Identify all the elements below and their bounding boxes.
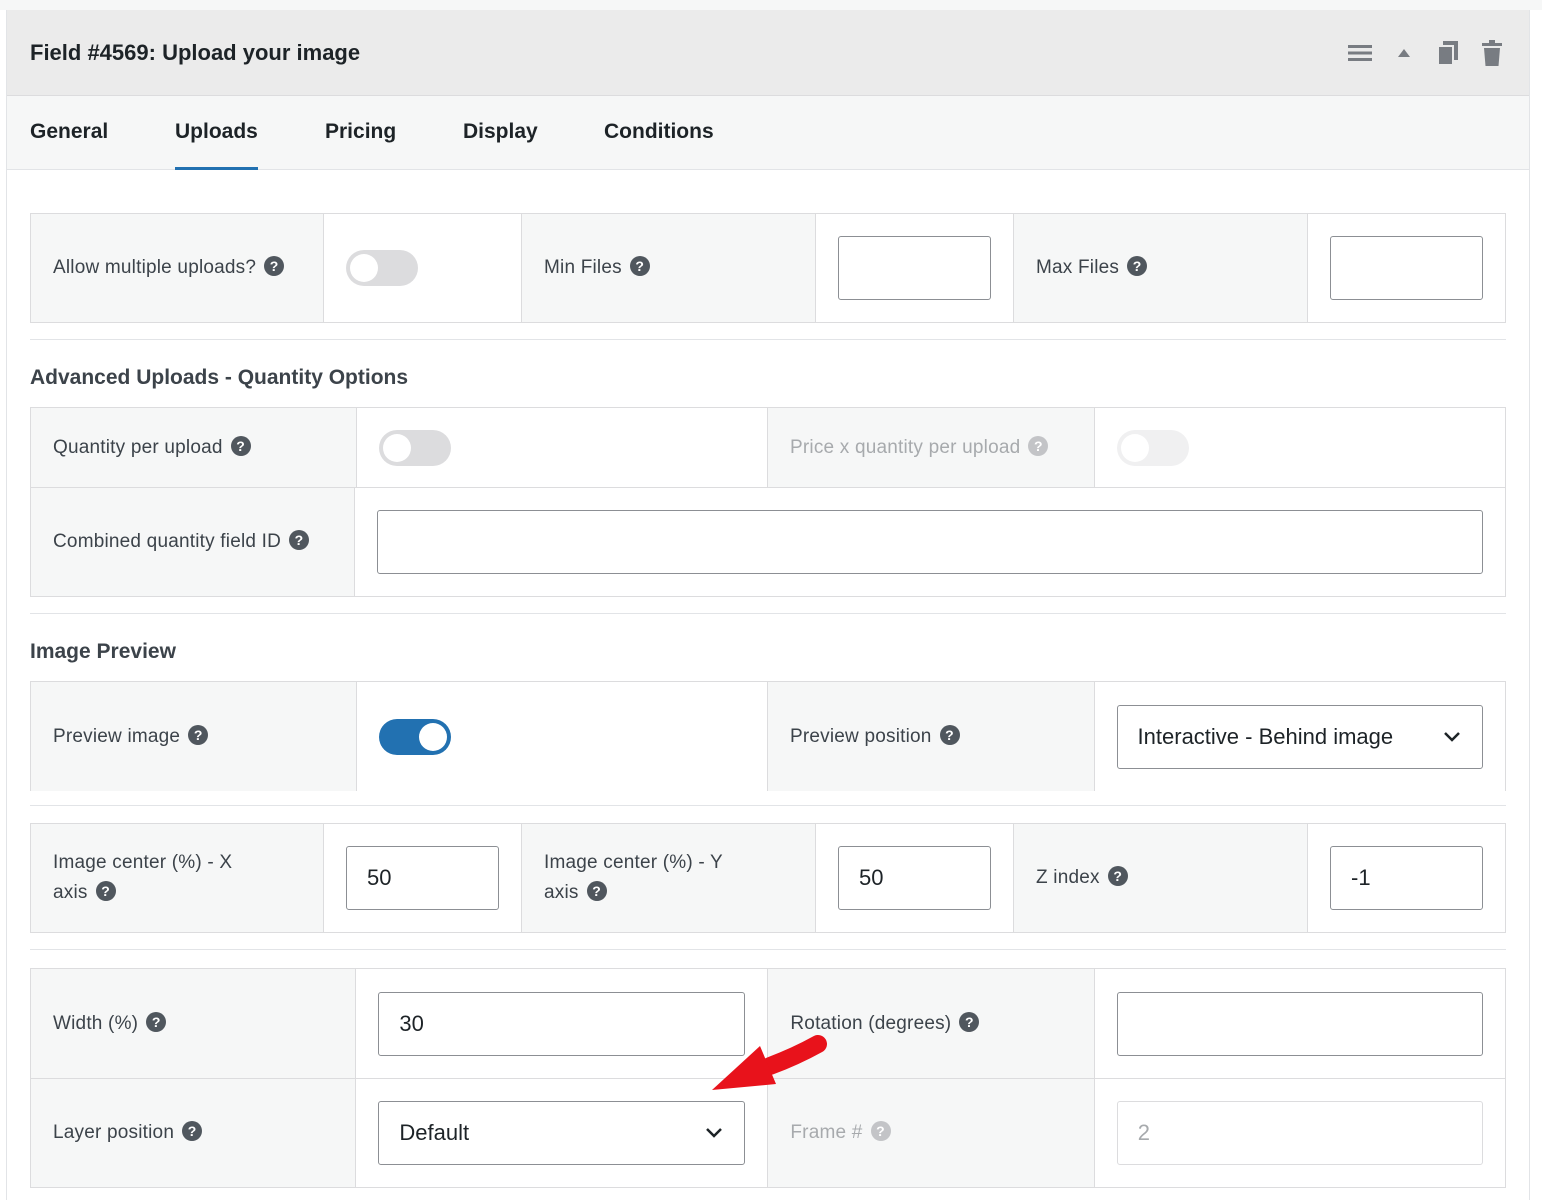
collapse-up-icon[interactable] — [1391, 40, 1417, 66]
duplicate-icon[interactable] — [1435, 40, 1461, 66]
help-icon[interactable]: ? — [230, 435, 251, 456]
layer-position-label: Layer position? — [31, 1079, 357, 1187]
preview-position-select[interactable]: Interactive - Behind image — [1116, 704, 1483, 769]
divider — [30, 339, 1506, 340]
trash-icon[interactable] — [1479, 40, 1505, 66]
width-input[interactable]: 30 — [378, 991, 746, 1056]
divider — [30, 805, 1506, 806]
tab-uploads[interactable]: Uploads — [175, 120, 258, 170]
center-y-input[interactable]: 50 — [838, 846, 991, 910]
field-title: Field #4569: Upload your image — [30, 40, 361, 65]
uploads-row: Allow multiple uploads?? Min Files? Max … — [30, 213, 1506, 323]
tab-conditions[interactable]: Conditions — [604, 120, 714, 170]
chevron-down-icon — [704, 1123, 724, 1143]
help-icon[interactable]: ? — [289, 530, 310, 550]
help-icon[interactable]: ? — [95, 880, 116, 901]
help-icon[interactable]: ? — [264, 256, 285, 276]
combined-quantity-row: Combined quantity field ID? — [30, 487, 1506, 597]
image-preview-section-title: Image Preview — [30, 640, 176, 663]
help-icon[interactable]: ? — [146, 1011, 167, 1032]
rotation-input[interactable] — [1116, 991, 1483, 1056]
width-label: Width (%)? — [31, 969, 357, 1078]
quantity-row: Quantity per upload? Price x quantity pe… — [30, 407, 1506, 487]
z-index-input[interactable]: -1 — [1330, 846, 1483, 910]
price-x-quantity-label: Price x quantity per upload? — [768, 408, 1095, 487]
combined-quantity-input[interactable] — [377, 510, 1483, 574]
preview-image-toggle[interactable] — [378, 718, 451, 755]
field-panel: Field #4569: Upload your image General U… — [6, 10, 1530, 1200]
header-actions — [1347, 40, 1505, 66]
price-x-quantity-toggle — [1116, 429, 1189, 466]
preview-image-label: Preview image? — [31, 682, 357, 791]
preview-position-label: Preview position? — [768, 682, 1095, 791]
menu-icon[interactable] — [1347, 40, 1373, 66]
combined-quantity-label: Combined quantity field ID? — [31, 488, 355, 596]
field-header: Field #4569: Upload your image — [7, 10, 1529, 96]
max-files-label: Max Files? — [1014, 214, 1308, 322]
advanced-section-title: Advanced Uploads - Quantity Options — [30, 366, 409, 389]
help-icon[interactable]: ? — [959, 1011, 980, 1032]
divider — [30, 949, 1506, 950]
help-icon: ? — [870, 1121, 891, 1141]
preview-position-value: Interactive - Behind image — [1137, 723, 1394, 749]
tab-display[interactable]: Display — [463, 120, 538, 170]
center-x-input[interactable]: 50 — [346, 846, 499, 910]
min-files-input[interactable] — [838, 236, 991, 300]
tab-pricing[interactable]: Pricing — [325, 120, 396, 170]
max-files-input[interactable] — [1330, 236, 1483, 300]
z-index-label: Z index? — [1014, 824, 1308, 932]
annotation-arrow-icon — [712, 1035, 827, 1090]
help-icon[interactable]: ? — [629, 256, 650, 276]
center-y-label: Image center (%) - Y axis? — [522, 824, 816, 932]
help-icon[interactable]: ? — [188, 724, 209, 745]
image-center-row: Image center (%) - X axis? 50 Image cent… — [30, 823, 1506, 933]
preview-row: Preview image? Preview position? Interac… — [30, 681, 1506, 791]
layer-position-select[interactable]: Default — [378, 1101, 746, 1165]
allow-multiple-toggle[interactable] — [346, 250, 418, 286]
help-icon[interactable]: ? — [1127, 256, 1148, 276]
help-icon[interactable]: ? — [586, 880, 607, 901]
help-icon[interactable]: ? — [939, 724, 960, 745]
help-icon[interactable]: ? — [1107, 866, 1128, 886]
tab-bar: General Uploads Pricing Display Conditio… — [7, 96, 1529, 170]
frame-input: 2 — [1116, 1101, 1483, 1165]
chevron-down-icon — [1442, 727, 1462, 747]
min-files-label: Min Files? — [522, 214, 816, 322]
allow-multiple-label: Allow multiple uploads?? — [31, 214, 324, 322]
center-x-label: Image center (%) - X axis? — [31, 824, 324, 932]
help-icon: ? — [1028, 435, 1049, 456]
help-icon[interactable]: ? — [182, 1121, 203, 1141]
tab-general[interactable]: General — [30, 120, 108, 170]
divider — [30, 613, 1506, 614]
layer-position-value: Default — [399, 1120, 470, 1145]
quantity-per-upload-label: Quantity per upload? — [31, 408, 357, 487]
quantity-per-upload-toggle[interactable] — [378, 429, 451, 466]
top-edge — [0, 0, 1542, 10]
